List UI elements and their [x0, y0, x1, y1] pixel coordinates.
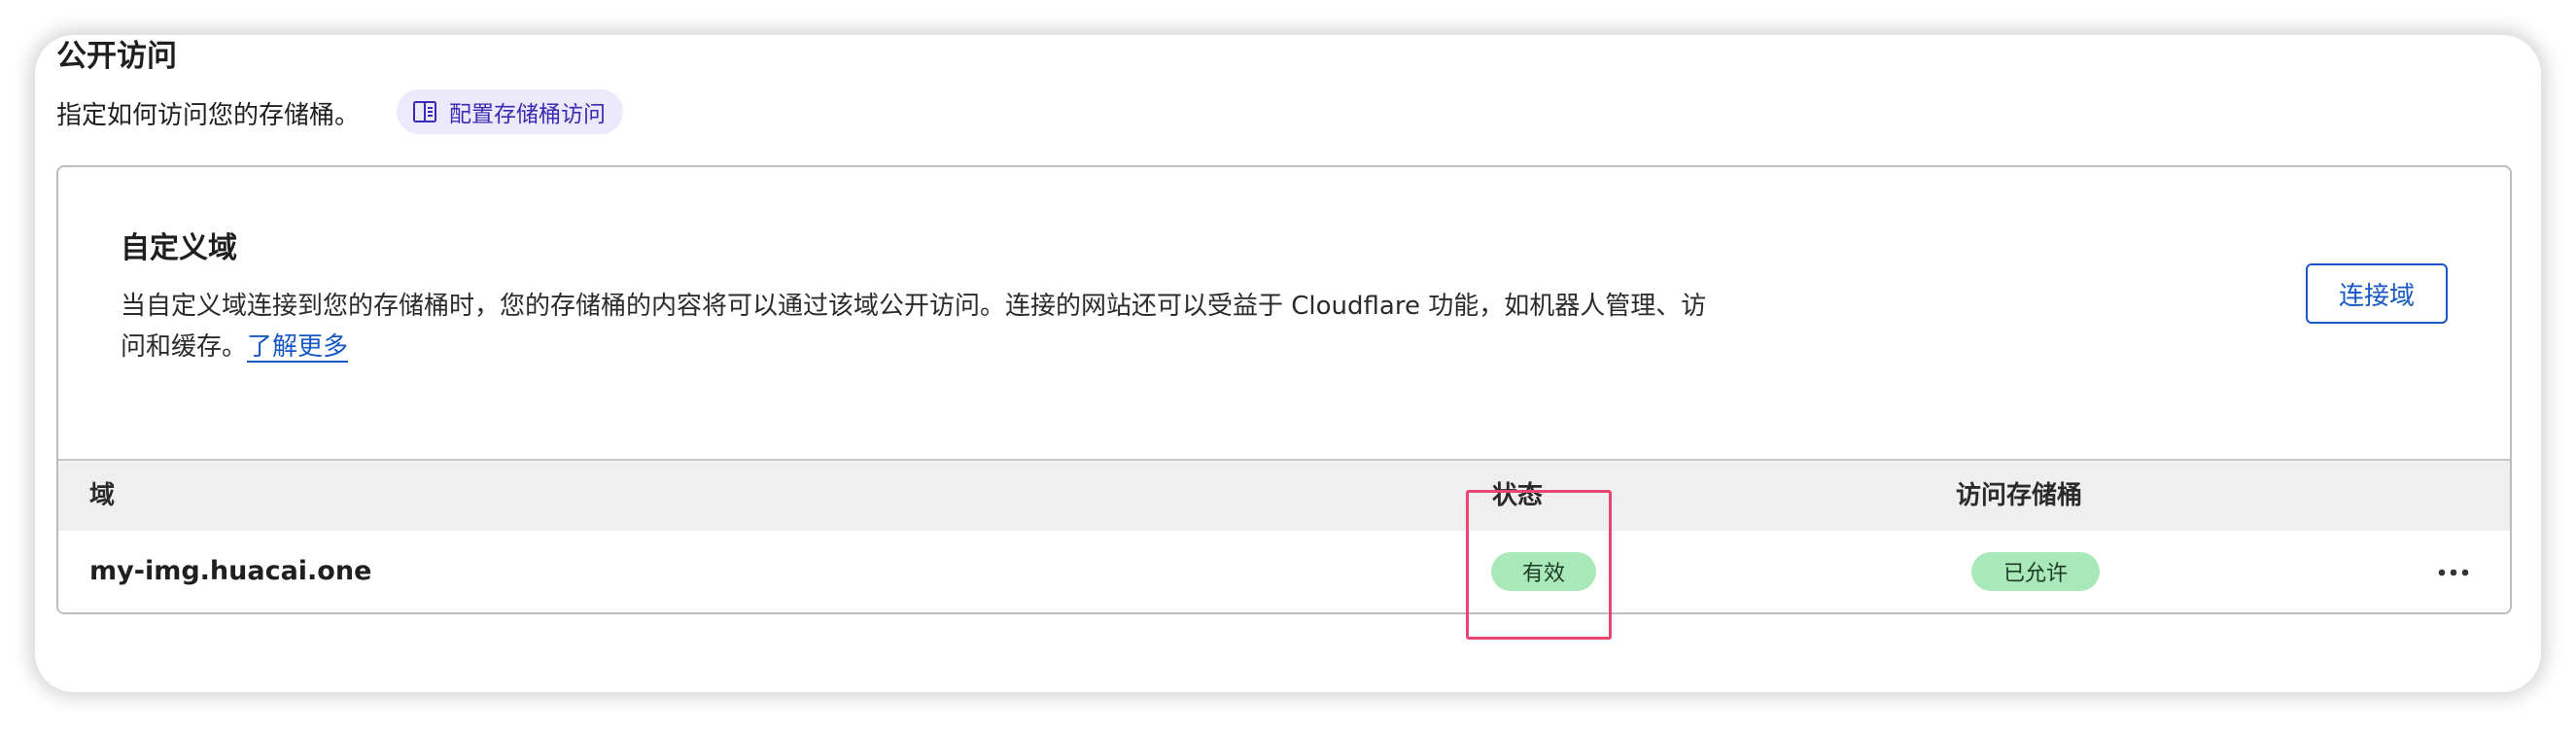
more-horizontal-icon: [2438, 562, 2469, 580]
row-actions-button[interactable]: [2434, 556, 2473, 585]
configure-bucket-access-label: 配置存储桶访问: [449, 102, 606, 127]
book-open-icon: [412, 100, 437, 123]
custom-domain-title: 自定义域: [121, 231, 237, 265]
screenshot-stage: 公开访问 指定如何访问您的存储桶。 配置存储桶访问 自定义域 当自定义域连接到您…: [0, 0, 2576, 731]
column-header-domain: 域: [89, 481, 116, 510]
connect-domain-button[interactable]: 连接域: [2306, 263, 2448, 324]
public-access-description: 指定如何访问您的存储桶。: [56, 101, 361, 130]
learn-more-link[interactable]: 了解更多: [247, 332, 348, 362]
custom-domain-description: 当自定义域连接到您的存储桶时，您的存储桶的内容将可以通过该域公开访问。连接的网站…: [121, 286, 1715, 367]
configure-bucket-access-link[interactable]: 配置存储桶访问: [397, 89, 623, 134]
custom-domain-panel: 自定义域 当自定义域连接到您的存储桶时，您的存储桶的内容将可以通过该域公开访问。…: [56, 165, 2512, 614]
domain-cell: my-img.huacai.one: [89, 556, 372, 586]
settings-card: 公开访问 指定如何访问您的存储桶。 配置存储桶访问 自定义域 当自定义域连接到您…: [35, 35, 2541, 692]
public-access-title: 公开访问: [56, 39, 177, 74]
table-header-row: 域 状态 访问存储桶: [58, 459, 2510, 531]
column-header-bucket-access: 访问存储桶: [1956, 481, 2083, 510]
bucket-access-badge: 已允许: [1971, 552, 2100, 591]
table-row: my-img.huacai.one 有效 已允许: [58, 531, 2510, 612]
column-header-status: 状态: [1492, 481, 1544, 510]
custom-domain-description-text: 当自定义域连接到您的存储桶时，您的存储桶的内容将可以通过该域公开访问。连接的网站…: [121, 292, 1707, 362]
status-badge: 有效: [1491, 552, 1596, 591]
